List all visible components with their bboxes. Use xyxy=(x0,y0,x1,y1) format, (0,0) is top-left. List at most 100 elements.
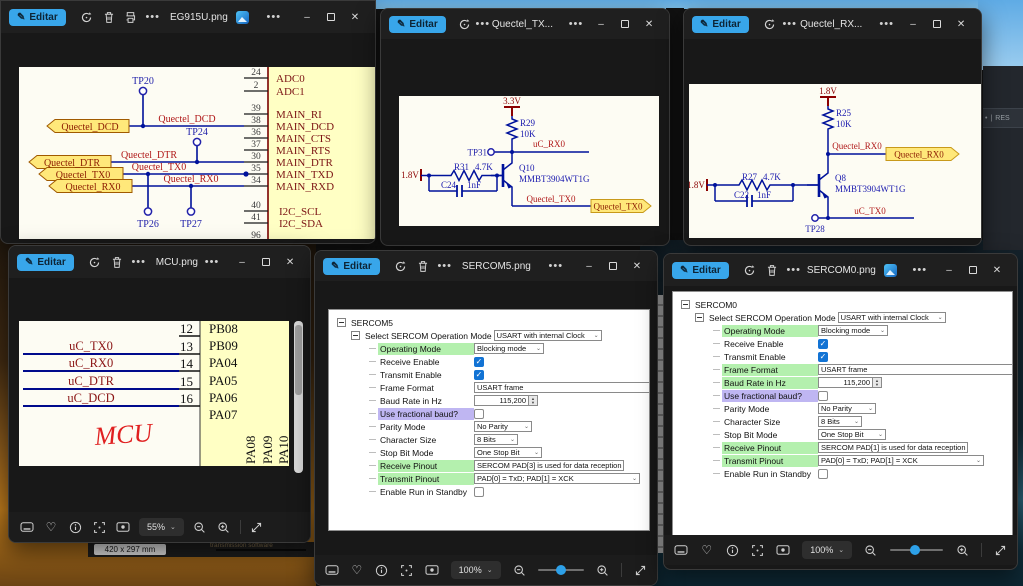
delete-icon[interactable] xyxy=(412,255,434,277)
row-checkbox[interactable] xyxy=(818,391,828,401)
row-checkbox[interactable] xyxy=(818,469,828,479)
maximize-button[interactable] xyxy=(254,251,278,273)
close-button[interactable]: ✕ xyxy=(343,6,367,28)
more-icon[interactable]: ••• xyxy=(474,13,492,35)
more-icon[interactable]: ••• xyxy=(783,259,805,281)
minimize-button[interactable]: – xyxy=(901,13,925,35)
rotate-icon[interactable] xyxy=(759,13,780,35)
row-dropdown[interactable]: USART frame⌄ xyxy=(818,364,1013,375)
thumbnail-strip-icon[interactable] xyxy=(674,542,688,558)
info-icon[interactable] xyxy=(67,519,83,535)
row-spinner[interactable]: 115,200▲▼ xyxy=(474,395,538,406)
expand-icon[interactable] xyxy=(634,562,647,578)
rotate-icon[interactable] xyxy=(390,255,412,277)
close-button[interactable]: ✕ xyxy=(278,251,302,273)
collapse-icon[interactable] xyxy=(337,318,346,327)
row-dropdown[interactable]: PAD[0] = TxD; PAD[1] = XCK⌄ xyxy=(818,455,984,466)
close-button[interactable]: ✕ xyxy=(985,259,1009,281)
edit-button[interactable]: ✎Editar xyxy=(389,16,446,33)
more-icon[interactable]: ••• xyxy=(545,255,567,277)
zoom-out-icon[interactable] xyxy=(864,542,877,558)
more-icon[interactable]: ••• xyxy=(779,13,800,35)
more-icon[interactable]: ••• xyxy=(128,251,150,273)
vertical-scrollbar[interactable] xyxy=(294,321,303,473)
favorite-icon[interactable]: ♡ xyxy=(43,519,59,535)
collapse-icon[interactable] xyxy=(681,300,690,309)
minimize-button[interactable]: – xyxy=(577,255,601,277)
minimize-button[interactable]: – xyxy=(589,13,613,35)
more-icon[interactable]: ••• xyxy=(876,13,897,35)
row-dropdown[interactable]: No Parity⌄ xyxy=(818,403,876,414)
edit-button[interactable]: ✎Editar xyxy=(323,258,380,275)
canvas-icon[interactable] xyxy=(776,542,790,558)
more-icon[interactable]: ••• xyxy=(142,6,164,28)
favorite-icon[interactable]: ♡ xyxy=(351,562,363,578)
close-button[interactable]: ✕ xyxy=(949,13,973,35)
zoom-out-icon[interactable] xyxy=(513,562,526,578)
edit-button[interactable]: ✎Editar xyxy=(672,262,729,279)
row-dropdown[interactable]: SERCOM PAD[1] is used for data reception… xyxy=(818,442,968,453)
row-spinner[interactable]: 115,200▲▼ xyxy=(818,377,882,388)
maximize-button[interactable] xyxy=(601,255,625,277)
fit-screen-icon[interactable] xyxy=(751,542,764,558)
operation-mode-dropdown[interactable]: USART with internal Clock⌄ xyxy=(838,312,946,323)
maximize-button[interactable] xyxy=(961,259,985,281)
rotate-icon[interactable] xyxy=(76,6,98,28)
maximize-button[interactable] xyxy=(319,6,343,28)
zoom-out-icon[interactable] xyxy=(192,519,208,535)
zoom-in-icon[interactable] xyxy=(216,519,232,535)
zoom-in-icon[interactable] xyxy=(955,542,968,558)
zoom-level-button[interactable]: 55%⌄ xyxy=(139,518,184,536)
spinner-buttons[interactable]: ▲▼ xyxy=(528,396,537,405)
expand-icon[interactable] xyxy=(249,519,265,535)
zoom-slider[interactable] xyxy=(538,564,585,576)
zoom-level-button[interactable]: 100%⌄ xyxy=(451,561,501,579)
rotate-icon[interactable] xyxy=(84,251,106,273)
print-icon[interactable] xyxy=(120,6,142,28)
fit-screen-icon[interactable] xyxy=(400,562,413,578)
row-checkbox[interactable]: ✓ xyxy=(474,357,484,367)
row-dropdown[interactable]: USART frame⌄ xyxy=(474,382,650,393)
close-button[interactable]: ✕ xyxy=(637,13,661,35)
spinner-buttons[interactable]: ▲▼ xyxy=(872,378,881,387)
row-dropdown[interactable]: One Stop Bit⌄ xyxy=(818,429,886,440)
row-dropdown[interactable]: PAD[0] = TxD; PAD[1] = XCK⌄ xyxy=(474,473,640,484)
thumbnail-strip-icon[interactable] xyxy=(19,519,35,535)
more-icon[interactable]: ••• xyxy=(434,255,456,277)
edit-button[interactable]: ✎Editar xyxy=(9,9,66,26)
more-icon[interactable]: ••• xyxy=(201,251,223,273)
info-icon[interactable] xyxy=(725,542,738,558)
info-icon[interactable] xyxy=(375,562,388,578)
edit-button[interactable]: ✎Editar xyxy=(692,16,749,33)
row-dropdown[interactable]: No Parity⌄ xyxy=(474,421,532,432)
row-checkbox[interactable] xyxy=(474,409,484,419)
row-dropdown[interactable]: One Stop Bit⌄ xyxy=(474,447,542,458)
delete-icon[interactable] xyxy=(761,259,783,281)
zoom-slider[interactable] xyxy=(890,544,944,556)
expand-icon[interactable] xyxy=(994,542,1007,558)
row-dropdown[interactable]: 8 Bits⌄ xyxy=(474,434,518,445)
delete-icon[interactable] xyxy=(106,251,128,273)
canvas-icon[interactable] xyxy=(115,519,131,535)
row-checkbox[interactable]: ✓ xyxy=(818,352,828,362)
rotate-icon[interactable] xyxy=(739,259,761,281)
collapse-icon[interactable] xyxy=(695,313,704,322)
more-icon[interactable]: ••• xyxy=(909,259,931,281)
fit-screen-icon[interactable] xyxy=(91,519,107,535)
minimize-button[interactable]: – xyxy=(937,259,961,281)
zoom-level-button[interactable]: 100%⌄ xyxy=(802,541,852,559)
zoom-in-icon[interactable] xyxy=(596,562,609,578)
row-checkbox[interactable]: ✓ xyxy=(818,339,828,349)
collapse-icon[interactable] xyxy=(351,331,360,340)
row-dropdown[interactable]: 8 Bits⌄ xyxy=(818,416,862,427)
maximize-button[interactable] xyxy=(925,13,949,35)
row-checkbox[interactable] xyxy=(474,487,484,497)
more-icon[interactable]: ••• xyxy=(567,13,585,35)
delete-icon[interactable] xyxy=(98,6,120,28)
minimize-button[interactable]: – xyxy=(230,251,254,273)
maximize-button[interactable] xyxy=(613,13,637,35)
favorite-icon[interactable]: ♡ xyxy=(700,542,713,558)
minimize-button[interactable]: – xyxy=(295,6,319,28)
thumbnail-strip-icon[interactable] xyxy=(325,562,339,578)
row-dropdown[interactable]: Blocking mode⌄ xyxy=(818,325,888,336)
